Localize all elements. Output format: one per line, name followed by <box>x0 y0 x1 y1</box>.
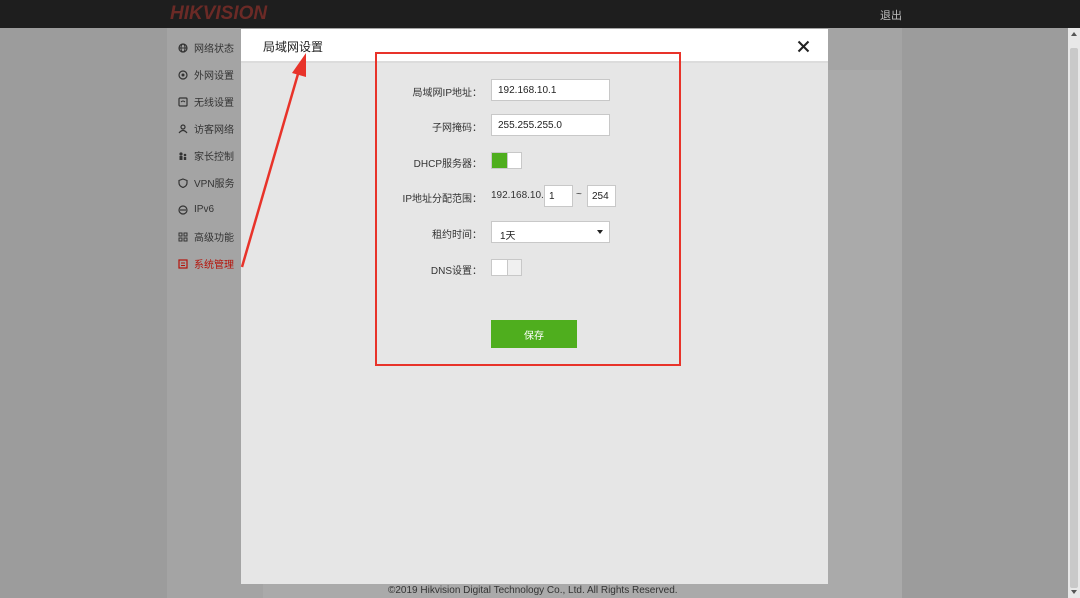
sidebar-item-label: VPN服务 <box>194 179 235 190</box>
vpn-icon <box>178 177 188 188</box>
sidebar-item-label: 无线设置 <box>194 98 234 109</box>
sidebar-item-label: 访客网络 <box>194 125 234 136</box>
sidebar-item-label: 系统管理 <box>194 260 234 271</box>
system-icon <box>178 258 188 269</box>
wifi-icon <box>178 96 188 107</box>
brand-logo: HIKVISION <box>170 3 268 24</box>
ipv6-icon <box>178 204 188 215</box>
sidebar-item-label: 网络状态 <box>194 44 234 55</box>
top-bar: HIKVISION 退出 <box>0 0 1080 28</box>
globe-icon <box>178 42 188 53</box>
parental-icon <box>178 151 188 161</box>
sidebar-item-label: 家长控制 <box>194 152 234 163</box>
copyright-text: ©2019 Hikvision Digital Technology Co., … <box>388 585 678 596</box>
page-scrollbar[interactable] <box>1068 28 1080 598</box>
grid-icon <box>178 232 188 242</box>
annotation-arrow-icon <box>240 53 306 268</box>
scrollbar-thumb[interactable] <box>1070 48 1078 588</box>
logout-link[interactable]: 退出 <box>880 7 902 23</box>
scroll-up-icon[interactable] <box>1071 32 1077 36</box>
guest-icon <box>178 123 188 134</box>
sidebar-item-label: 高级功能 <box>194 233 234 244</box>
annotation-highlight-box <box>375 52 681 366</box>
scroll-down-icon[interactable] <box>1071 590 1077 594</box>
sidebar-item-label: IPv6 <box>194 204 215 215</box>
network-icon <box>178 69 188 80</box>
sidebar-item-label: 外网设置 <box>194 71 234 82</box>
close-icon[interactable] <box>797 40 810 53</box>
